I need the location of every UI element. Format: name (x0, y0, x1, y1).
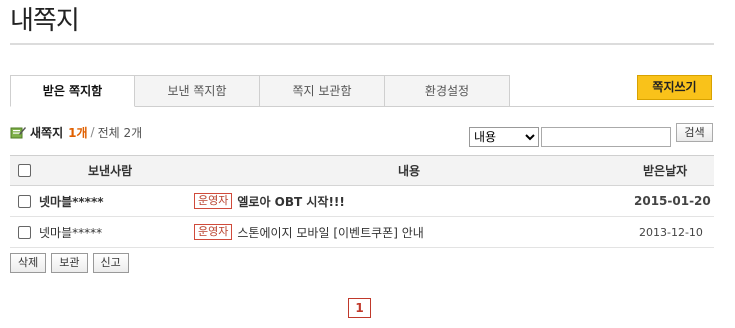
new-message-label: 새쪽지 (30, 125, 64, 140)
header-content: 내용 (398, 164, 421, 178)
table-header: 보낸사람 내용 받은날자 (10, 156, 714, 186)
mailbox-tabs: 받은 쪽지함 보낸 쪽지함 쪽지 보관함 환경설정 (10, 75, 510, 107)
row-date: 2015-01-20 (634, 194, 711, 208)
new-note-icon (10, 127, 26, 139)
tabs-divider (135, 106, 714, 107)
row-checkbox[interactable] (18, 225, 31, 239)
header-date: 받은날자 (643, 164, 688, 178)
row-sender: 넷마블***** (39, 225, 103, 240)
message-table: 보낸사람 내용 받은날자 넷마블***** 운영자 엘로아 OBT 시작!!! … (10, 155, 714, 248)
message-summary: 새쪽지 1개 / 전체 2개 (10, 123, 142, 141)
search-field-select[interactable]: 내용 (469, 127, 539, 147)
header-sender: 보낸사람 (88, 164, 133, 178)
row-date: 2013-12-10 (639, 225, 703, 239)
report-button[interactable]: 신고 (92, 253, 129, 273)
operator-badge: 운영자 (194, 224, 233, 240)
row-subject-link[interactable]: 엘로아 OBT 시작!!! (237, 193, 345, 210)
title-divider (10, 43, 714, 45)
row-sender: 넷마블***** (39, 194, 104, 209)
summary-separator: / (90, 125, 95, 139)
tab-settings[interactable]: 환경설정 (385, 75, 510, 107)
page-title: 내쪽지 (10, 6, 80, 36)
search-input[interactable] (541, 127, 671, 147)
tab-sent[interactable]: 보낸 쪽지함 (135, 75, 260, 107)
total-message-count: 전체 2개 (97, 125, 143, 140)
delete-button[interactable]: 삭제 (10, 253, 47, 273)
tab-inbox[interactable]: 받은 쪽지함 (10, 75, 135, 107)
archive-button[interactable]: 보관 (51, 253, 88, 273)
table-row[interactable]: 넷마블***** 운영자 스톤에이지 모바일 [이벤트쿠폰] 안내 2013-1… (10, 217, 714, 248)
select-all-checkbox[interactable] (18, 164, 31, 177)
operator-badge: 운영자 (194, 193, 233, 209)
message-actions: 삭제 보관 신고 (10, 253, 129, 273)
write-message-button[interactable]: 쪽지쓰기 (637, 75, 712, 100)
tab-archive[interactable]: 쪽지 보관함 (260, 75, 385, 107)
pagination-current-page[interactable]: 1 (348, 298, 371, 318)
table-row[interactable]: 넷마블***** 운영자 엘로아 OBT 시작!!! 2015-01-20 (10, 186, 714, 217)
new-message-count: 1개 (68, 125, 88, 140)
row-checkbox[interactable] (18, 194, 31, 208)
search-button[interactable]: 검색 (676, 123, 713, 142)
row-subject-link[interactable]: 스톤에이지 모바일 [이벤트쿠폰] 안내 (237, 224, 423, 241)
